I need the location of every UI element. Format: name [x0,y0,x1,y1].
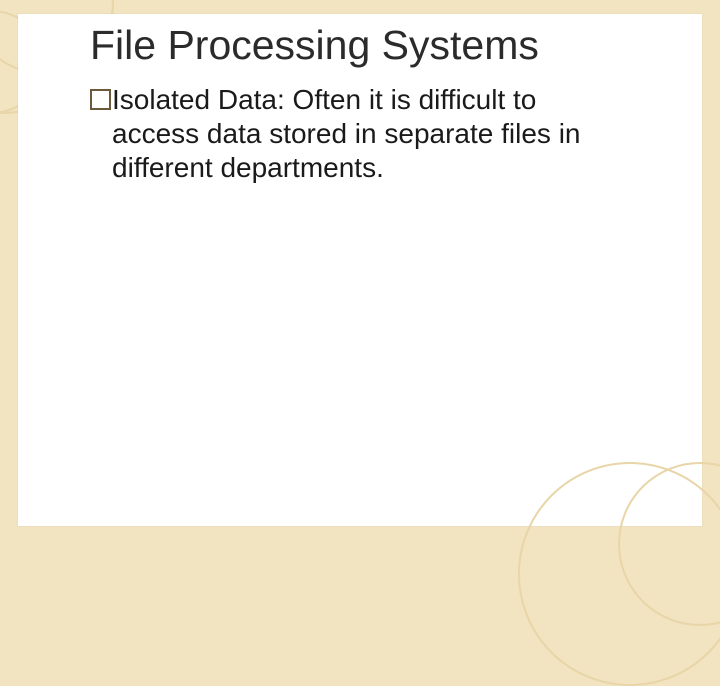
slide-title: File Processing Systems [90,22,682,69]
slide-content: File Processing Systems Isolated Data: O… [90,22,682,506]
slide-card: File Processing Systems Isolated Data: O… [18,14,702,526]
bullet-continuation: access data stored in separate files in … [112,117,620,185]
bullet-text: Often it is difficult to [285,84,537,115]
bullet-lead: Isolated Data: [112,84,285,115]
square-bullet-icon [90,89,111,110]
slide-body: Isolated Data: Often it is difficult to … [90,83,620,185]
bullet-item: Isolated Data: Often it is difficult to … [90,83,620,185]
